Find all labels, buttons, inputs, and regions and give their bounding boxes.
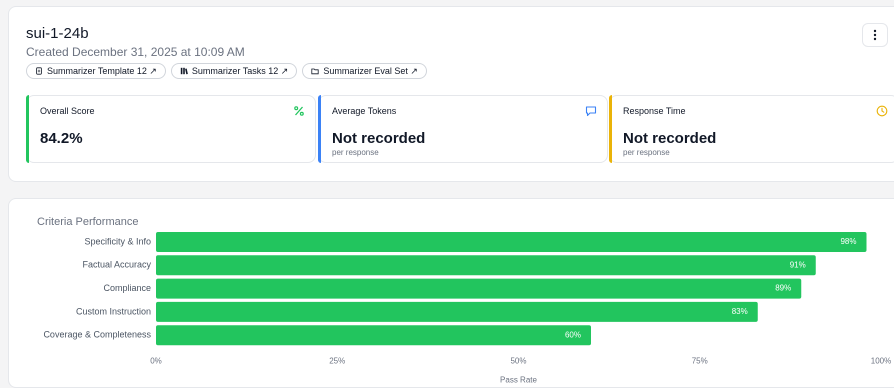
metric-accent [26,95,29,163]
tasks-link-pill[interactable]: Summarizer Tasks 12 ↗ [170,63,298,79]
metric-card-response-time: Response Time Not recorded per response [609,95,894,163]
bar-value-label: 60% [565,330,581,339]
template-link-label: Summarizer Template 12 ↗ [47,65,157,76]
metric-label: Response Time [623,106,686,116]
template-link-pill[interactable]: Summarizer Template 12 ↗ [26,63,166,79]
x-tick-label: 50% [510,357,526,366]
x-tick-label: 100% [871,357,891,366]
x-tick-label: 75% [692,357,708,366]
bar-value-label: 98% [840,237,856,246]
page-title: sui-1-24b [26,25,89,42]
linked-resources: Summarizer Template 12 ↗ Summarizer Task… [26,63,427,79]
metric-label: Average Tokens [332,106,397,116]
tasks-icon [180,67,188,75]
more-vertical-icon [873,29,877,41]
bar [156,278,802,299]
document-icon [36,67,42,75]
metric-value: Not recorded [332,130,426,147]
metric-label: Overall Score [40,106,95,116]
category-label: Compliance [103,283,151,293]
category-label: Factual Accuracy [82,260,151,270]
x-axis-label: Pass Rate [500,376,537,385]
bar [156,255,816,276]
header-card: sui-1-24b Created December 31, 2025 at 1… [8,6,894,182]
bar-value-label: 83% [732,307,748,316]
clock-icon [876,105,888,117]
message-icon [585,106,597,117]
bar [156,301,758,322]
category-label: Coverage & Completeness [43,330,151,340]
metric-card-overall-score: Overall Score 84.2% [26,95,316,163]
category-label: Specificity & Info [84,236,151,246]
category-label: Custom Instruction [76,306,151,316]
percent-icon [294,106,304,116]
bar [156,232,867,252]
tasks-link-label: Summarizer Tasks 12 ↗ [191,65,289,76]
more-options-button[interactable] [862,23,888,47]
bar-value-label: 89% [775,284,791,293]
x-tick-label: 25% [329,357,345,366]
x-tick-label: 0% [150,357,162,366]
bar-value-label: 91% [790,260,806,269]
metric-accent [318,95,321,163]
metric-accent [609,95,612,163]
metric-value: 84.2% [40,130,83,147]
metric-sub: per response [623,148,670,157]
metric-value: Not recorded [623,130,717,147]
eval-set-link-label: Summarizer Eval Set ↗ [323,65,418,76]
eval-set-link-pill[interactable]: Summarizer Eval Set ↗ [302,63,427,79]
metric-sub: per response [332,148,379,157]
criteria-bar-chart: Specificity & Info 98% Factual Accuracy 91%… [43,232,891,385]
created-timestamp: Created December 31, 2025 at 10:09 AM [26,45,245,59]
folder-icon [311,68,319,75]
metric-card-average-tokens: Average Tokens Not recorded per response [318,95,608,163]
bar [156,325,591,346]
criteria-performance-card: Criteria Performance Specificity & Info 9… [8,198,894,388]
